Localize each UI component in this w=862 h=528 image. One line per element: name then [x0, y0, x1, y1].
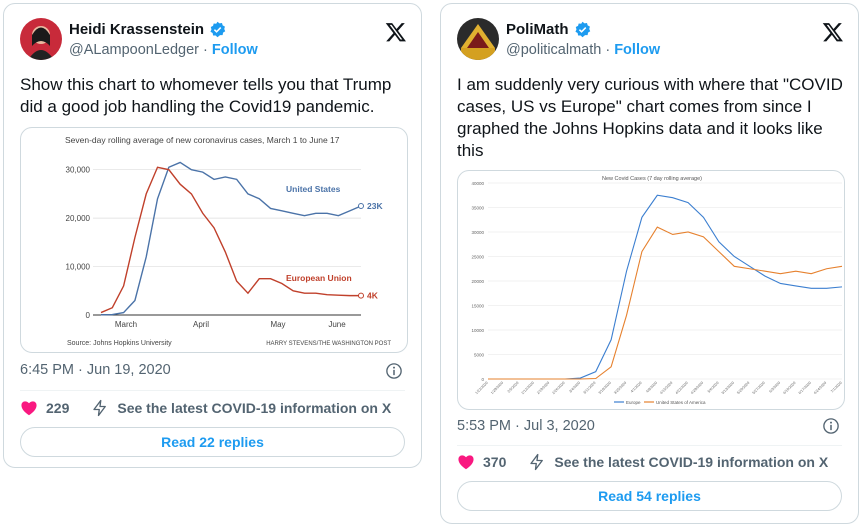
x-tick-label: March — [115, 320, 137, 329]
tweet-text: I am suddenly very curious with where th… — [457, 75, 843, 160]
y-tick-label: 5000 — [474, 353, 485, 358]
x-tick-label: 7/1/2020 — [830, 381, 843, 394]
tweet-text: Show this chart to whomever tells you th… — [20, 75, 392, 116]
handle-separator: · — [601, 42, 615, 58]
series-end-label: 23K — [367, 201, 383, 211]
tweet-media-chart[interactable]: Seven-day rolling average of new coronav… — [20, 127, 408, 353]
x-tick-label: 4/22/2020 — [675, 381, 689, 395]
tweet-card[interactable]: PoliMath @politicalmath · Follow I am su… — [440, 3, 859, 524]
x-tick-label: 5/27/2020 — [752, 381, 766, 395]
x-tick-label: 6/24/2020 — [813, 381, 827, 395]
like-count[interactable]: 370 — [483, 454, 506, 470]
y-tick-label: 30,000 — [66, 166, 91, 175]
x-tick-label: 5/6/2020 — [707, 381, 720, 394]
x-tick-label: 4/29/2020 — [690, 381, 704, 395]
follow-button[interactable]: Follow — [212, 42, 258, 58]
x-tick-label: 2/12/2020 — [521, 381, 535, 395]
x-tick-label: 4/1/2020 — [630, 381, 643, 394]
tweet-media-chart[interactable]: New Covid Cases (7 day rolling average) 4… — [457, 170, 845, 410]
legend-label: Europe — [626, 400, 641, 405]
x-tick-label: 6/10/2020 — [782, 381, 796, 395]
follow-button[interactable]: Follow — [614, 42, 660, 58]
verified-badge-icon — [574, 21, 590, 38]
chart-title: New Covid Cases (7 day rolling average) — [602, 176, 702, 182]
x-tick-label: 3/18/2020 — [598, 381, 612, 395]
divider — [20, 390, 405, 391]
tweet-timestamp[interactable]: 6:45 PM · Jun 19, 2020 — [20, 362, 171, 378]
handle-separator: · — [199, 42, 212, 58]
x-tick-label: 3/11/2020 — [582, 381, 596, 395]
x-tick-label: April — [193, 320, 209, 329]
series-label: United States — [286, 184, 341, 194]
y-tick-label: 0 — [86, 311, 91, 320]
y-tick-label: 25000 — [471, 255, 484, 260]
series-label: European Union — [286, 273, 352, 283]
x-tick-label: 2/19/2020 — [536, 381, 550, 395]
chart-title: Seven-day rolling average of new coronav… — [65, 135, 340, 145]
read-replies-button[interactable]: Read 54 replies — [457, 481, 842, 511]
y-tick-label: 35000 — [471, 206, 484, 211]
tweet-card[interactable]: Heidi Krassenstein @ALampoonLedger · Fol… — [3, 3, 422, 468]
series-line-usa — [488, 226, 843, 380]
x-tick-label: May — [270, 320, 285, 329]
author-name[interactable]: Heidi Krassenstein — [69, 21, 204, 38]
x-tick-label: 3/4/2020 — [568, 381, 581, 394]
series-end-marker — [358, 292, 364, 299]
x-tick-label: 6/17/2020 — [798, 381, 812, 395]
y-tick-label: 0 — [481, 377, 484, 382]
avatar[interactable] — [457, 18, 499, 60]
series-end-marker — [358, 203, 364, 210]
x-tick-label: 1/22/2020 — [475, 381, 489, 395]
y-tick-label: 10,000 — [66, 263, 91, 272]
lightning-icon — [93, 399, 107, 417]
y-tick-label: 10000 — [471, 328, 484, 333]
chart-europe-vs-usa: New Covid Cases (7 day rolling average) 4… — [471, 176, 843, 405]
legend-label: United States of America — [656, 400, 706, 405]
verified-badge-icon — [210, 21, 226, 38]
info-icon[interactable] — [385, 362, 403, 380]
tweet-timestamp[interactable]: 5:53 PM · Jul 3, 2020 — [457, 418, 595, 434]
y-tick-label: 40000 — [471, 181, 484, 186]
lightning-icon — [530, 453, 544, 471]
heart-icon[interactable] — [20, 399, 38, 417]
x-tick-label: 4/15/2020 — [659, 381, 673, 395]
x-tick-label: 5/13/2020 — [721, 381, 735, 395]
heart-icon[interactable] — [457, 453, 475, 471]
chart-us-vs-eu: Seven-day rolling average of new coronav… — [65, 135, 391, 347]
chart-source: Source: Johns Hopkins University — [67, 340, 172, 347]
x-tick-label: 5/20/2020 — [736, 381, 750, 395]
author-name[interactable]: PoliMath — [506, 21, 569, 38]
series-line-europe — [488, 194, 843, 380]
x-tick-label: 2/26/2020 — [552, 381, 566, 395]
info-icon[interactable] — [822, 417, 840, 435]
x-tick-label: 3/25/2020 — [613, 381, 627, 395]
series-end-label: 4K — [367, 291, 379, 301]
x-tick-label: 1/29/2020 — [490, 381, 504, 395]
x-tick-label: 6/3/2020 — [768, 381, 781, 394]
read-replies-button[interactable]: Read 22 replies — [20, 427, 405, 457]
avatar[interactable] — [20, 18, 62, 60]
author-handle[interactable]: @ALampoonLedger — [69, 42, 199, 58]
chart-credit: HARRY STEVENS/THE WASHINGTON POST — [266, 341, 391, 347]
x-tick-label: 4/8/2020 — [645, 381, 658, 394]
y-tick-label: 30000 — [471, 230, 484, 235]
covid-info-link[interactable]: See the latest COVID-19 information on X — [117, 400, 391, 416]
author-handle[interactable]: @politicalmath — [506, 42, 601, 58]
y-tick-label: 15000 — [471, 304, 484, 309]
y-tick-label: 20000 — [471, 279, 484, 284]
x-logo-icon[interactable] — [822, 21, 844, 43]
x-logo-icon[interactable] — [385, 21, 407, 43]
x-tick-label: June — [328, 320, 346, 329]
divider — [457, 445, 842, 446]
like-count[interactable]: 229 — [46, 400, 69, 416]
y-tick-label: 20,000 — [66, 214, 91, 223]
x-tick-label: 2/5/2020 — [507, 381, 520, 394]
covid-info-link[interactable]: See the latest COVID-19 information on X — [554, 454, 828, 470]
